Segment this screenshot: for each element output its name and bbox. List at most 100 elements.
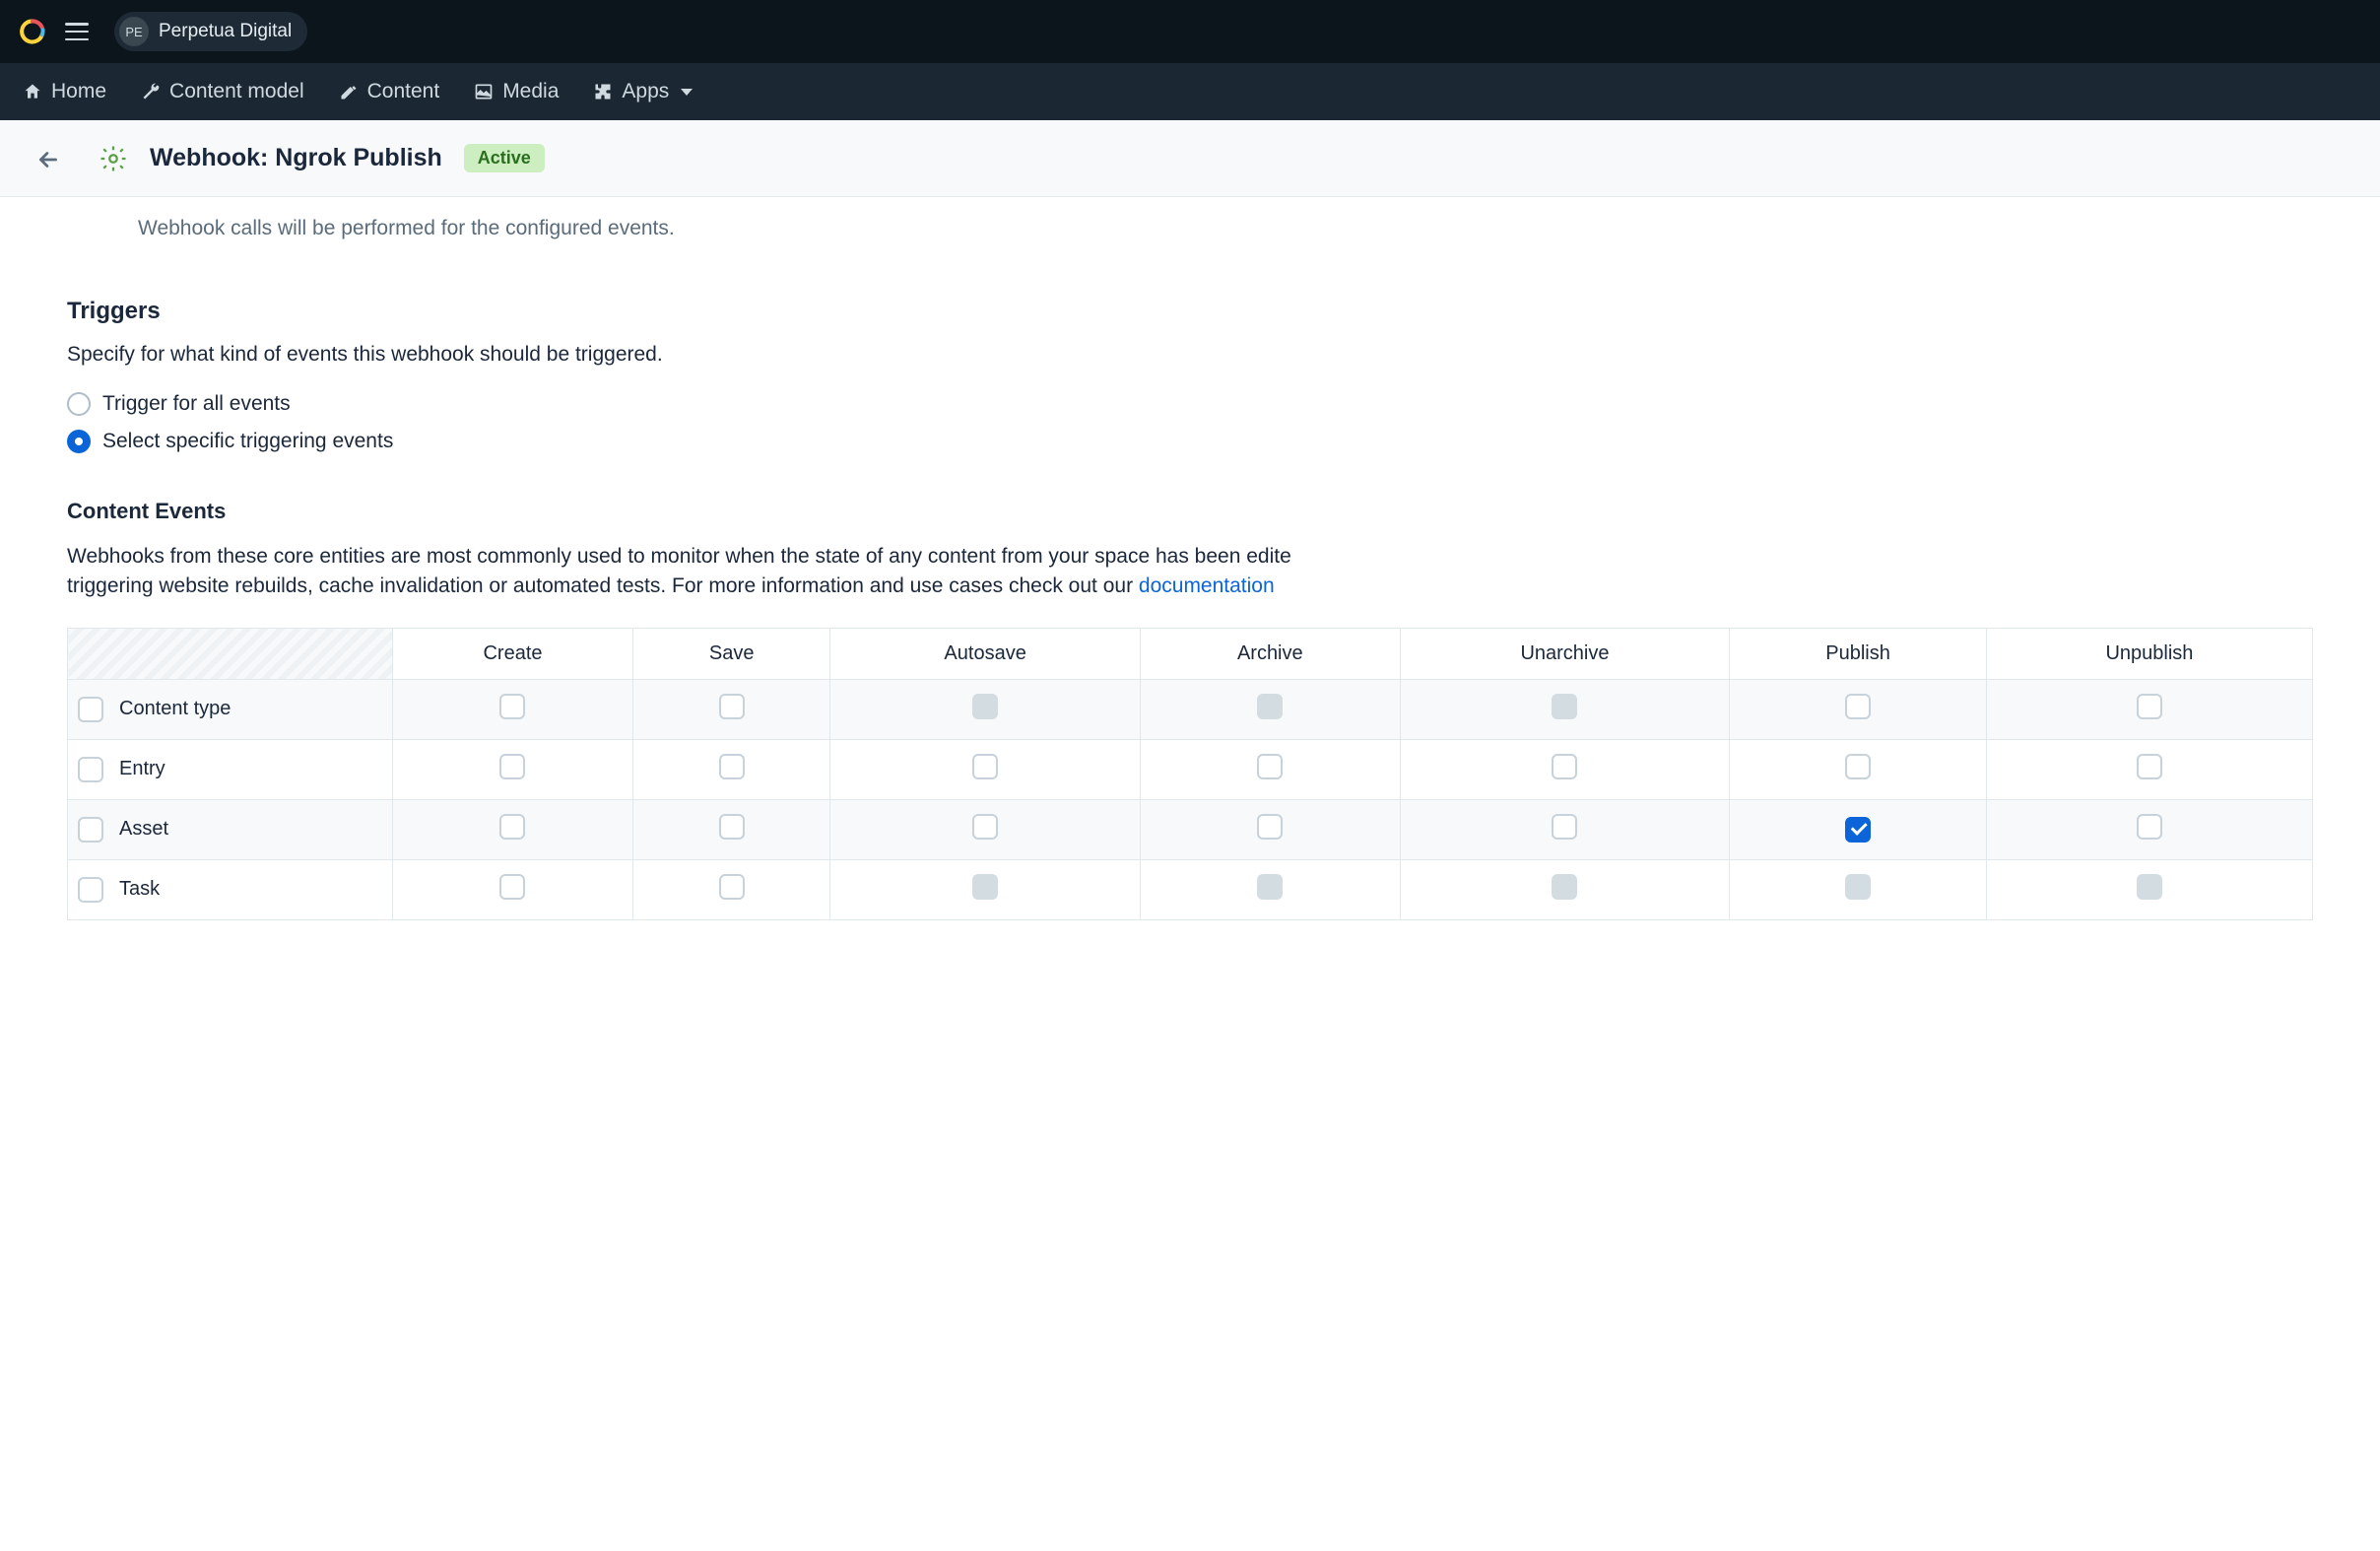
- event-cell: [1730, 859, 1987, 919]
- back-button[interactable]: [35, 147, 59, 170]
- radio-icon[interactable]: [67, 392, 91, 416]
- row-label: Asset: [68, 799, 393, 859]
- event-cell: [1140, 859, 1400, 919]
- table-row: Task: [68, 859, 2313, 919]
- event-checkbox[interactable]: [1845, 694, 1871, 719]
- event-checkbox[interactable]: [719, 814, 745, 840]
- event-cell: [1986, 679, 2312, 739]
- event-checkbox[interactable]: [972, 754, 998, 779]
- event-cell: [393, 799, 633, 859]
- event-checkbox[interactable]: [719, 694, 745, 719]
- image-icon: [473, 81, 495, 102]
- table-row: Asset: [68, 799, 2313, 859]
- nav-content-label: Content: [367, 80, 440, 103]
- event-checkbox[interactable]: [719, 874, 745, 900]
- nav-content[interactable]: Content: [338, 80, 440, 103]
- nav-media[interactable]: Media: [473, 80, 559, 103]
- page-header: Webhook: Ngrok Publish Active: [0, 120, 2380, 197]
- main-content: Webhook calls will be performed for the …: [0, 197, 2380, 960]
- col-publish: Publish: [1730, 628, 1987, 679]
- event-cell: [830, 859, 1140, 919]
- event-cell: [1730, 679, 1987, 739]
- event-cell: [830, 739, 1140, 799]
- event-checkbox: [1552, 694, 1577, 719]
- event-checkbox[interactable]: [2137, 754, 2162, 779]
- table-row: Content type: [68, 679, 2313, 739]
- event-cell: [1140, 739, 1400, 799]
- row-checkbox[interactable]: [78, 697, 103, 722]
- event-cell: [632, 859, 830, 919]
- event-checkbox[interactable]: [499, 754, 525, 779]
- row-label: Entry: [68, 739, 393, 799]
- event-checkbox[interactable]: [1845, 817, 1871, 843]
- col-save: Save: [632, 628, 830, 679]
- event-checkbox: [1552, 874, 1577, 900]
- triggers-description: Specify for what kind of events this web…: [67, 343, 2313, 367]
- content-events-description: Webhooks from these core entities are mo…: [67, 542, 2313, 602]
- event-cell: [1730, 799, 1987, 859]
- radio-icon[interactable]: [67, 430, 91, 453]
- event-cell: [1400, 679, 1729, 739]
- table-row: Entry: [68, 739, 2313, 799]
- event-checkbox: [972, 694, 998, 719]
- event-checkbox[interactable]: [2137, 814, 2162, 840]
- pen-icon: [338, 81, 360, 102]
- event-checkbox: [972, 874, 998, 900]
- event-checkbox[interactable]: [499, 814, 525, 840]
- event-checkbox: [2137, 874, 2162, 900]
- event-cell: [1140, 679, 1400, 739]
- puzzle-icon: [592, 81, 614, 102]
- content-events-heading: Content Events: [67, 499, 2313, 524]
- event-cell: [632, 739, 830, 799]
- event-checkbox: [1257, 694, 1283, 719]
- documentation-link[interactable]: documentation: [1139, 574, 1275, 597]
- event-checkbox[interactable]: [499, 694, 525, 719]
- nav-home-label: Home: [51, 80, 106, 103]
- event-checkbox[interactable]: [1552, 814, 1577, 840]
- event-checkbox[interactable]: [972, 814, 998, 840]
- event-cell: [393, 679, 633, 739]
- space-initials: PE: [119, 17, 149, 46]
- event-checkbox[interactable]: [499, 874, 525, 900]
- event-cell: [393, 859, 633, 919]
- hamburger-icon[interactable]: [65, 23, 89, 40]
- event-cell: [830, 679, 1140, 739]
- event-checkbox[interactable]: [1845, 754, 1871, 779]
- main-nav: Home Content model Content Media Apps: [0, 63, 2380, 120]
- space-selector[interactable]: PE Perpetua Digital: [114, 12, 307, 51]
- event-checkbox[interactable]: [1257, 814, 1283, 840]
- row-label-text: Entry: [119, 758, 165, 780]
- event-checkbox: [1257, 874, 1283, 900]
- event-checkbox: [1845, 874, 1871, 900]
- gear-icon: [99, 144, 128, 173]
- nav-home[interactable]: Home: [22, 80, 106, 103]
- event-cell: [1400, 799, 1729, 859]
- nav-media-label: Media: [502, 80, 559, 103]
- event-checkbox[interactable]: [719, 754, 745, 779]
- event-cell: [393, 739, 633, 799]
- radio-trigger-all[interactable]: Trigger for all events: [67, 392, 2313, 416]
- home-icon: [22, 81, 43, 102]
- event-cell: [1986, 859, 2312, 919]
- row-checkbox[interactable]: [78, 817, 103, 843]
- nav-apps[interactable]: Apps: [592, 80, 693, 103]
- app-logo-icon[interactable]: [20, 19, 45, 44]
- page-title: Webhook: Ngrok Publish: [150, 144, 442, 172]
- event-checkbox[interactable]: [1257, 754, 1283, 779]
- event-cell: [1140, 799, 1400, 859]
- table-corner: [68, 628, 393, 679]
- radio-trigger-specific[interactable]: Select specific triggering events: [67, 430, 2313, 453]
- radio-specific-label: Select specific triggering events: [102, 430, 393, 453]
- event-cell: [1400, 739, 1729, 799]
- status-badge: Active: [464, 144, 545, 172]
- event-checkbox[interactable]: [1552, 754, 1577, 779]
- row-checkbox[interactable]: [78, 877, 103, 903]
- col-create: Create: [393, 628, 633, 679]
- row-checkbox[interactable]: [78, 757, 103, 782]
- event-cell: [632, 679, 830, 739]
- nav-content-model[interactable]: Content model: [140, 80, 304, 103]
- event-cell: [632, 799, 830, 859]
- space-name-label: Perpetua Digital: [159, 21, 292, 42]
- chevron-down-icon: [681, 89, 693, 96]
- event-checkbox[interactable]: [2137, 694, 2162, 719]
